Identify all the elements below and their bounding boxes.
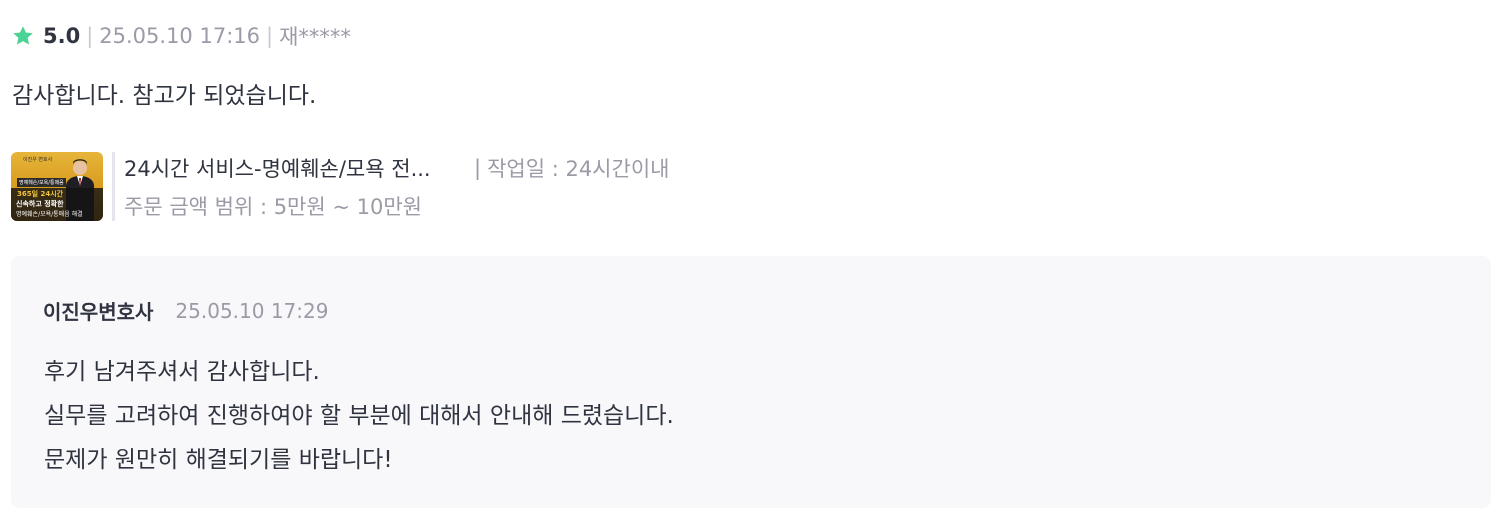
- work-period: 작업일 : 24시간이내: [487, 157, 670, 181]
- review-date: 25.05.10 17:16: [99, 24, 260, 48]
- review-meta: 5.0 | 25.05.10 17:16 | 재*****: [11, 20, 351, 52]
- review-card: 5.0 | 25.05.10 17:16 | 재***** 감사합니다. 참고가…: [0, 0, 1503, 522]
- service-line-2: 주문 금액 범위 : 5만원 ~ 10만원: [124, 191, 669, 221]
- service-line-1: 24시간 서비스-명예훼손/모욕 전... | 작업일 : 24시간이내: [124, 153, 669, 183]
- service-title-link[interactable]: 24시간 서비스-명예훼손/모욕 전...: [124, 153, 474, 183]
- reply-line: 문제가 원만히 해결되기를 바랍니다!: [44, 447, 393, 473]
- thumbnail-line-2: 신속하고 정확한: [16, 200, 64, 208]
- service-info-divider: |: [474, 156, 482, 180]
- reply-author: 이진우변호사: [43, 300, 154, 324]
- star-icon: [13, 26, 33, 45]
- thumbnail-badge: 명예훼손/모욕/통매음: [17, 178, 66, 187]
- price-range: 주문 금액 범위 : 5만원 ~ 10만원: [124, 195, 423, 219]
- meta-divider: |: [86, 24, 94, 48]
- thumbnail-line-3: 명예훼손/모욕/통매음 해결: [16, 211, 83, 218]
- reply-date: 25.05.10 17:29: [175, 298, 329, 323]
- service-summary[interactable]: 이진우 변호사 명예훼손/모욕/통매음 365일 24시간 신속하고 정확한 명…: [11, 152, 669, 222]
- reviewer-name: 재*****: [279, 25, 351, 49]
- service-divider: [112, 152, 115, 221]
- seller-reply: 이진우변호사 25.05.10 17:29 후기 남겨주셔서 감사합니다. 실무…: [11, 256, 1491, 508]
- rating-score: 5.0: [43, 24, 81, 48]
- reply-body: 후기 남겨주셔서 감사합니다. 실무를 고려하여 진행하여야 할 부분에 대해서…: [44, 350, 674, 482]
- thumbnail-top-tag: 이진우 변호사: [23, 157, 53, 163]
- reply-line: 후기 남겨주셔서 감사합니다.: [44, 359, 320, 385]
- meta-divider: |: [266, 24, 274, 48]
- reply-header: 이진우변호사 25.05.10 17:29: [43, 296, 328, 325]
- review-text: 감사합니다. 참고가 되었습니다.: [12, 83, 317, 109]
- service-thumbnail[interactable]: 이진우 변호사 명예훼손/모욕/통매음 365일 24시간 신속하고 정확한 명…: [11, 152, 103, 221]
- thumbnail-line-1: 365일 24시간: [17, 190, 64, 198]
- service-info: 24시간 서비스-명예훼손/모욕 전... | 작업일 : 24시간이내 주문 …: [124, 152, 669, 222]
- reply-line: 실무를 고려하여 진행하여야 할 부분에 대해서 안내해 드렸습니다.: [44, 403, 674, 429]
